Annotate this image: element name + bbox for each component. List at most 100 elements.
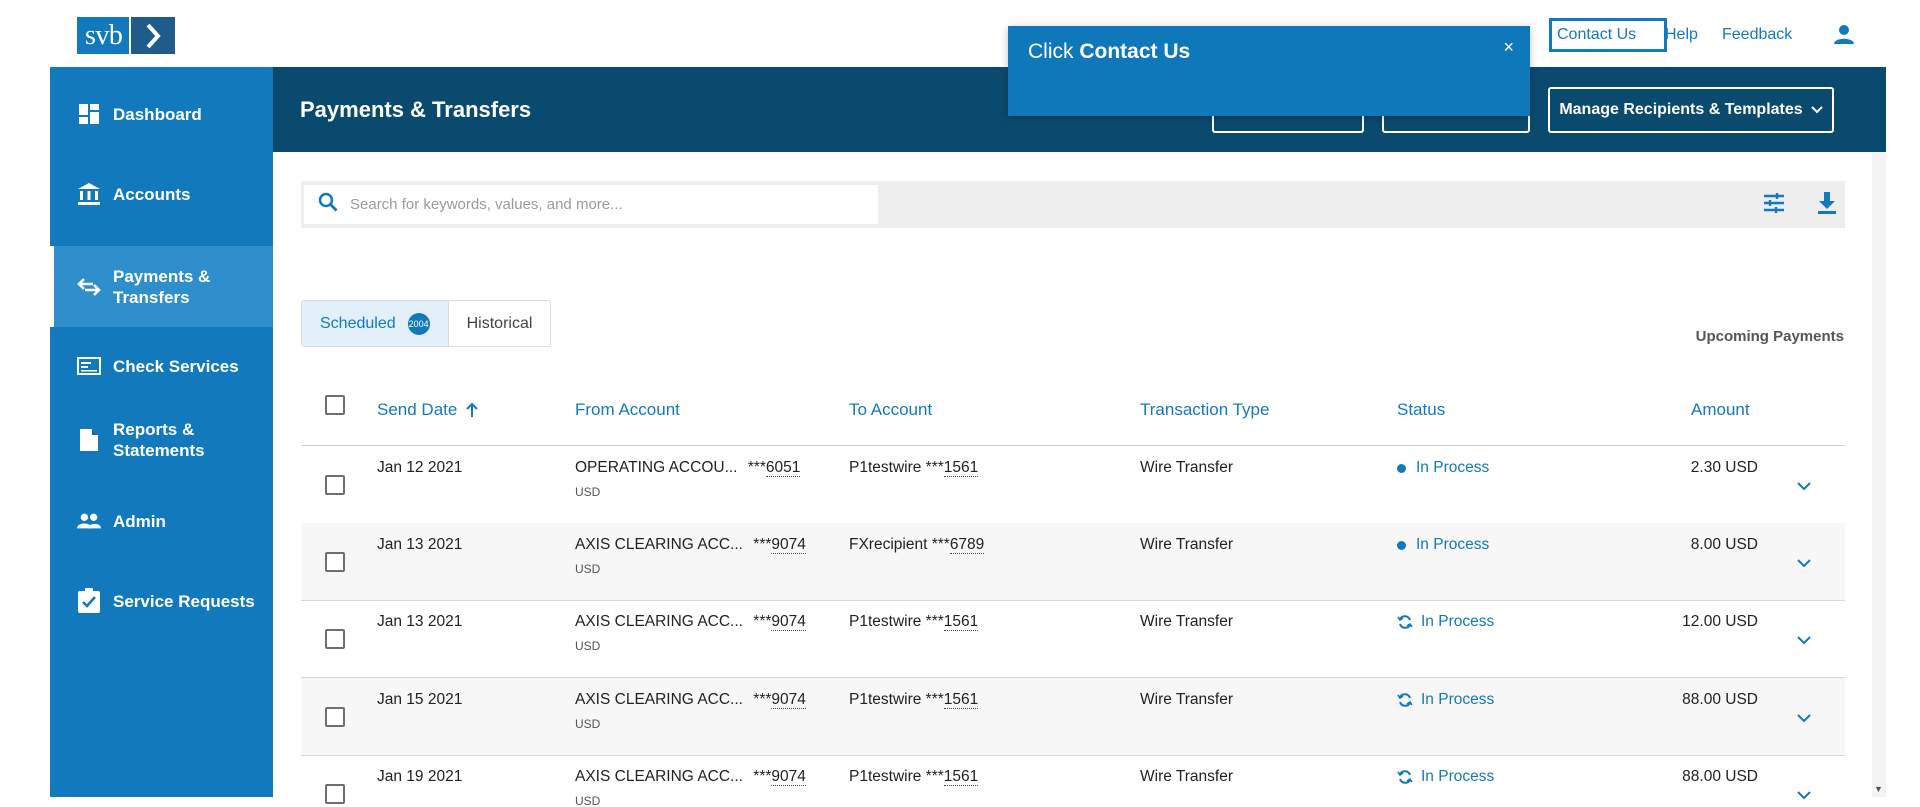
expand-row-chevron-down-icon[interactable] bbox=[1797, 710, 1811, 728]
column-header-send-date[interactable]: Send Date bbox=[377, 400, 479, 420]
download-icon[interactable] bbox=[1816, 191, 1838, 220]
from-account-number[interactable]: 9074 bbox=[771, 536, 806, 554]
row-checkbox[interactable] bbox=[325, 629, 345, 649]
page: svb Contact Us Help Feedback Dashboard A… bbox=[0, 0, 1920, 807]
from-account-number[interactable]: 6051 bbox=[765, 459, 801, 477]
column-header-to-account[interactable]: To Account bbox=[849, 400, 932, 420]
sidebar-item-payments-transfers[interactable]: Payments & Transfers bbox=[50, 246, 273, 327]
from-currency: USD bbox=[575, 717, 601, 731]
column-header-from-account[interactable]: From Account bbox=[575, 400, 680, 420]
tab-historical[interactable]: Historical bbox=[449, 301, 551, 346]
to-account-number[interactable]: 6789 bbox=[949, 536, 985, 554]
close-icon[interactable]: × bbox=[1503, 37, 1514, 58]
status-label: In Process bbox=[1421, 613, 1495, 630]
expand-row-chevron-down-icon[interactable] bbox=[1797, 787, 1811, 805]
upcoming-payments-label: Upcoming Payments bbox=[1695, 328, 1844, 345]
to-account-number[interactable]: 1561 bbox=[943, 613, 979, 631]
document-icon bbox=[77, 428, 101, 452]
tooltip-target: Contact Us bbox=[1079, 40, 1191, 63]
sidebar-item-dashboard[interactable]: Dashboard bbox=[50, 89, 273, 139]
from-account-number[interactable]: 9074 bbox=[771, 768, 806, 786]
to-account-number[interactable]: 1561 bbox=[943, 691, 979, 709]
to-account[interactable]: P1testwire ***1561 bbox=[849, 613, 979, 631]
guide-tooltip: Click Contact Us × bbox=[1008, 26, 1530, 116]
help-link[interactable]: Help bbox=[1665, 26, 1698, 44]
page-title: Payments & Transfers bbox=[300, 97, 532, 122]
vertical-scrollbar[interactable] bbox=[1872, 152, 1886, 797]
to-account-name: P1testwire bbox=[849, 613, 926, 630]
amount: 2.30 USD bbox=[1690, 459, 1758, 476]
sidebar-item-reports-statements[interactable]: Reports & Statements bbox=[50, 408, 273, 472]
search-input[interactable] bbox=[350, 196, 850, 213]
table-row[interactable]: Jan 13 2021 AXIS CLEARING ACC... ***9074 U… bbox=[301, 600, 1845, 678]
from-account-name: AXIS CLEARING ACC... bbox=[575, 536, 743, 553]
from-account[interactable]: AXIS CLEARING ACC... ***9074 bbox=[575, 768, 806, 786]
send-date: Jan 19 2021 bbox=[377, 768, 463, 785]
tab-scheduled[interactable]: Scheduled 2004 bbox=[302, 301, 449, 346]
filter-sliders-icon[interactable] bbox=[1762, 191, 1786, 220]
column-header-transaction-type[interactable]: Transaction Type bbox=[1140, 400, 1269, 420]
tab-scheduled-label: Scheduled bbox=[320, 314, 396, 332]
from-account[interactable]: AXIS CLEARING ACC... ***9074 bbox=[575, 613, 806, 631]
from-account-number[interactable]: 9074 bbox=[771, 691, 806, 709]
table-row[interactable]: Jan 19 2021 AXIS CLEARING ACC... ***9074 U… bbox=[301, 755, 1845, 807]
from-account[interactable]: OPERATING ACCOU... ***6051 bbox=[575, 459, 801, 477]
sidebar-item-accounts[interactable]: Accounts bbox=[50, 169, 273, 219]
status-label: In Process bbox=[1416, 459, 1490, 476]
table-row[interactable]: Jan 12 2021 OPERATING ACCOU... ***6051 USD… bbox=[301, 446, 1845, 524]
column-header-status[interactable]: Status bbox=[1397, 400, 1445, 420]
status-label: In Process bbox=[1421, 691, 1495, 708]
scroll-down-arrow-icon[interactable]: ▼ bbox=[1874, 784, 1883, 794]
tooltip-text: Click Contact Us bbox=[1028, 40, 1190, 64]
search-box[interactable] bbox=[304, 185, 878, 224]
row-checkbox[interactable] bbox=[325, 707, 345, 727]
amount: 8.00 USD bbox=[1690, 536, 1758, 553]
to-account[interactable]: P1testwire ***1561 bbox=[849, 459, 979, 477]
transaction-type: Wire Transfer bbox=[1140, 536, 1234, 553]
transaction-type: Wire Transfer bbox=[1140, 768, 1234, 785]
send-date-label: Send Date bbox=[377, 400, 458, 419]
from-currency: USD bbox=[575, 562, 601, 576]
row-checkbox[interactable] bbox=[325, 552, 345, 572]
table-row[interactable]: Jan 13 2021 AXIS CLEARING ACC... ***9074 U… bbox=[301, 523, 1845, 601]
to-account[interactable]: P1testwire ***1561 bbox=[849, 691, 979, 709]
expand-row-chevron-down-icon[interactable] bbox=[1797, 478, 1811, 496]
expand-row-chevron-down-icon[interactable] bbox=[1797, 632, 1811, 650]
sidebar-item-admin[interactable]: Admin bbox=[50, 496, 273, 546]
sidebar-item-check-services[interactable]: Check Services bbox=[50, 341, 273, 391]
to-account[interactable]: P1testwire ***1561 bbox=[849, 768, 979, 786]
from-currency: USD bbox=[575, 794, 601, 807]
to-account-mask: *** bbox=[925, 459, 944, 476]
expand-row-chevron-down-icon[interactable] bbox=[1797, 555, 1811, 573]
svb-logo[interactable]: svb bbox=[77, 17, 176, 54]
from-account[interactable]: AXIS CLEARING ACC... ***9074 bbox=[575, 691, 806, 709]
row-checkbox[interactable] bbox=[325, 784, 345, 804]
status-badge: In Process bbox=[1397, 459, 1489, 477]
row-checkbox[interactable] bbox=[325, 475, 345, 495]
dashboard-icon bbox=[77, 102, 101, 126]
table-row[interactable]: Jan 15 2021 AXIS CLEARING ACC... ***9074 U… bbox=[301, 678, 1845, 756]
send-date: Jan 12 2021 bbox=[377, 459, 463, 476]
sidebar-item-label: Admin bbox=[113, 511, 166, 531]
user-profile-icon[interactable] bbox=[1832, 22, 1856, 51]
from-account-number[interactable]: 9074 bbox=[771, 613, 806, 631]
from-account-name: OPERATING ACCOU... bbox=[575, 459, 738, 476]
manage-recipients-templates-button[interactable]: Manage Recipients & Templates bbox=[1548, 87, 1834, 133]
amount: 12.00 USD bbox=[1682, 613, 1758, 630]
to-account-number[interactable]: 1561 bbox=[943, 459, 979, 477]
sidebar-item-service-requests[interactable]: Service Requests bbox=[50, 576, 273, 626]
to-account[interactable]: FXrecipient ***6789 bbox=[849, 536, 985, 554]
from-account-mask: *** bbox=[753, 691, 772, 708]
select-all-checkbox[interactable] bbox=[325, 395, 345, 415]
from-account[interactable]: AXIS CLEARING ACC... ***9074 bbox=[575, 536, 806, 554]
send-date: Jan 13 2021 bbox=[377, 613, 463, 630]
contact-us-link[interactable]: Contact Us bbox=[1549, 18, 1667, 52]
feedback-link[interactable]: Feedback bbox=[1722, 26, 1792, 44]
to-account-number[interactable]: 1561 bbox=[943, 768, 979, 786]
column-header-amount[interactable]: Amount bbox=[1691, 400, 1750, 420]
check-card-icon bbox=[77, 354, 101, 378]
from-account-mask: *** bbox=[747, 459, 766, 476]
to-account-mask: *** bbox=[931, 536, 950, 553]
top-bar: svb Contact Us Help Feedback bbox=[0, 0, 1920, 67]
to-account-mask: *** bbox=[925, 691, 944, 708]
